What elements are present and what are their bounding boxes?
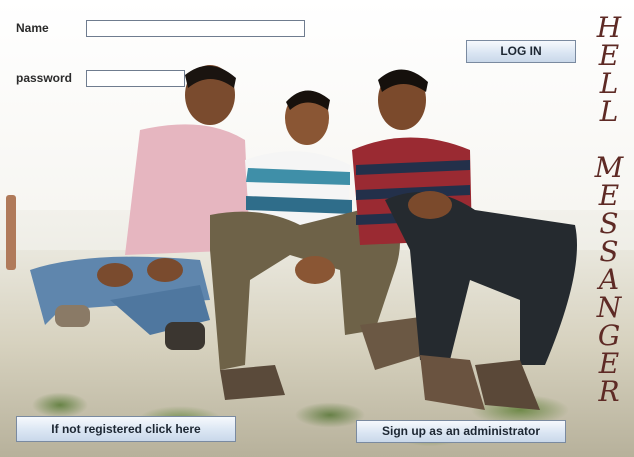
title-letter: S [599,207,619,240]
person-middle [210,90,440,400]
name-input[interactable] [86,20,305,37]
title-letter: A [598,263,620,296]
name-label: Name [16,21,49,35]
login-window: Name password LOG IN If not registered c… [0,0,634,457]
title-letter: E [598,39,620,72]
title-letter: L [599,95,619,128]
title-letter: N [596,291,622,324]
title-letter: S [599,235,619,268]
title-letter: G [597,319,621,352]
app-title: H E L L M E S S A N G E R [589,14,629,406]
login-button[interactable]: LOG IN [466,40,576,63]
title-letter: H [596,11,622,44]
admin-signup-button[interactable]: Sign up as an administrator [356,420,566,443]
password-input[interactable] [86,70,185,87]
title-letter: L [599,67,619,100]
title-letter: E [598,179,620,212]
title-letter: E [598,347,620,380]
password-label: password [16,71,73,85]
title-letter: R [598,375,620,408]
title-letter: M [594,151,624,184]
background-photo [30,65,577,410]
register-button[interactable]: If not registered click here [16,416,236,442]
